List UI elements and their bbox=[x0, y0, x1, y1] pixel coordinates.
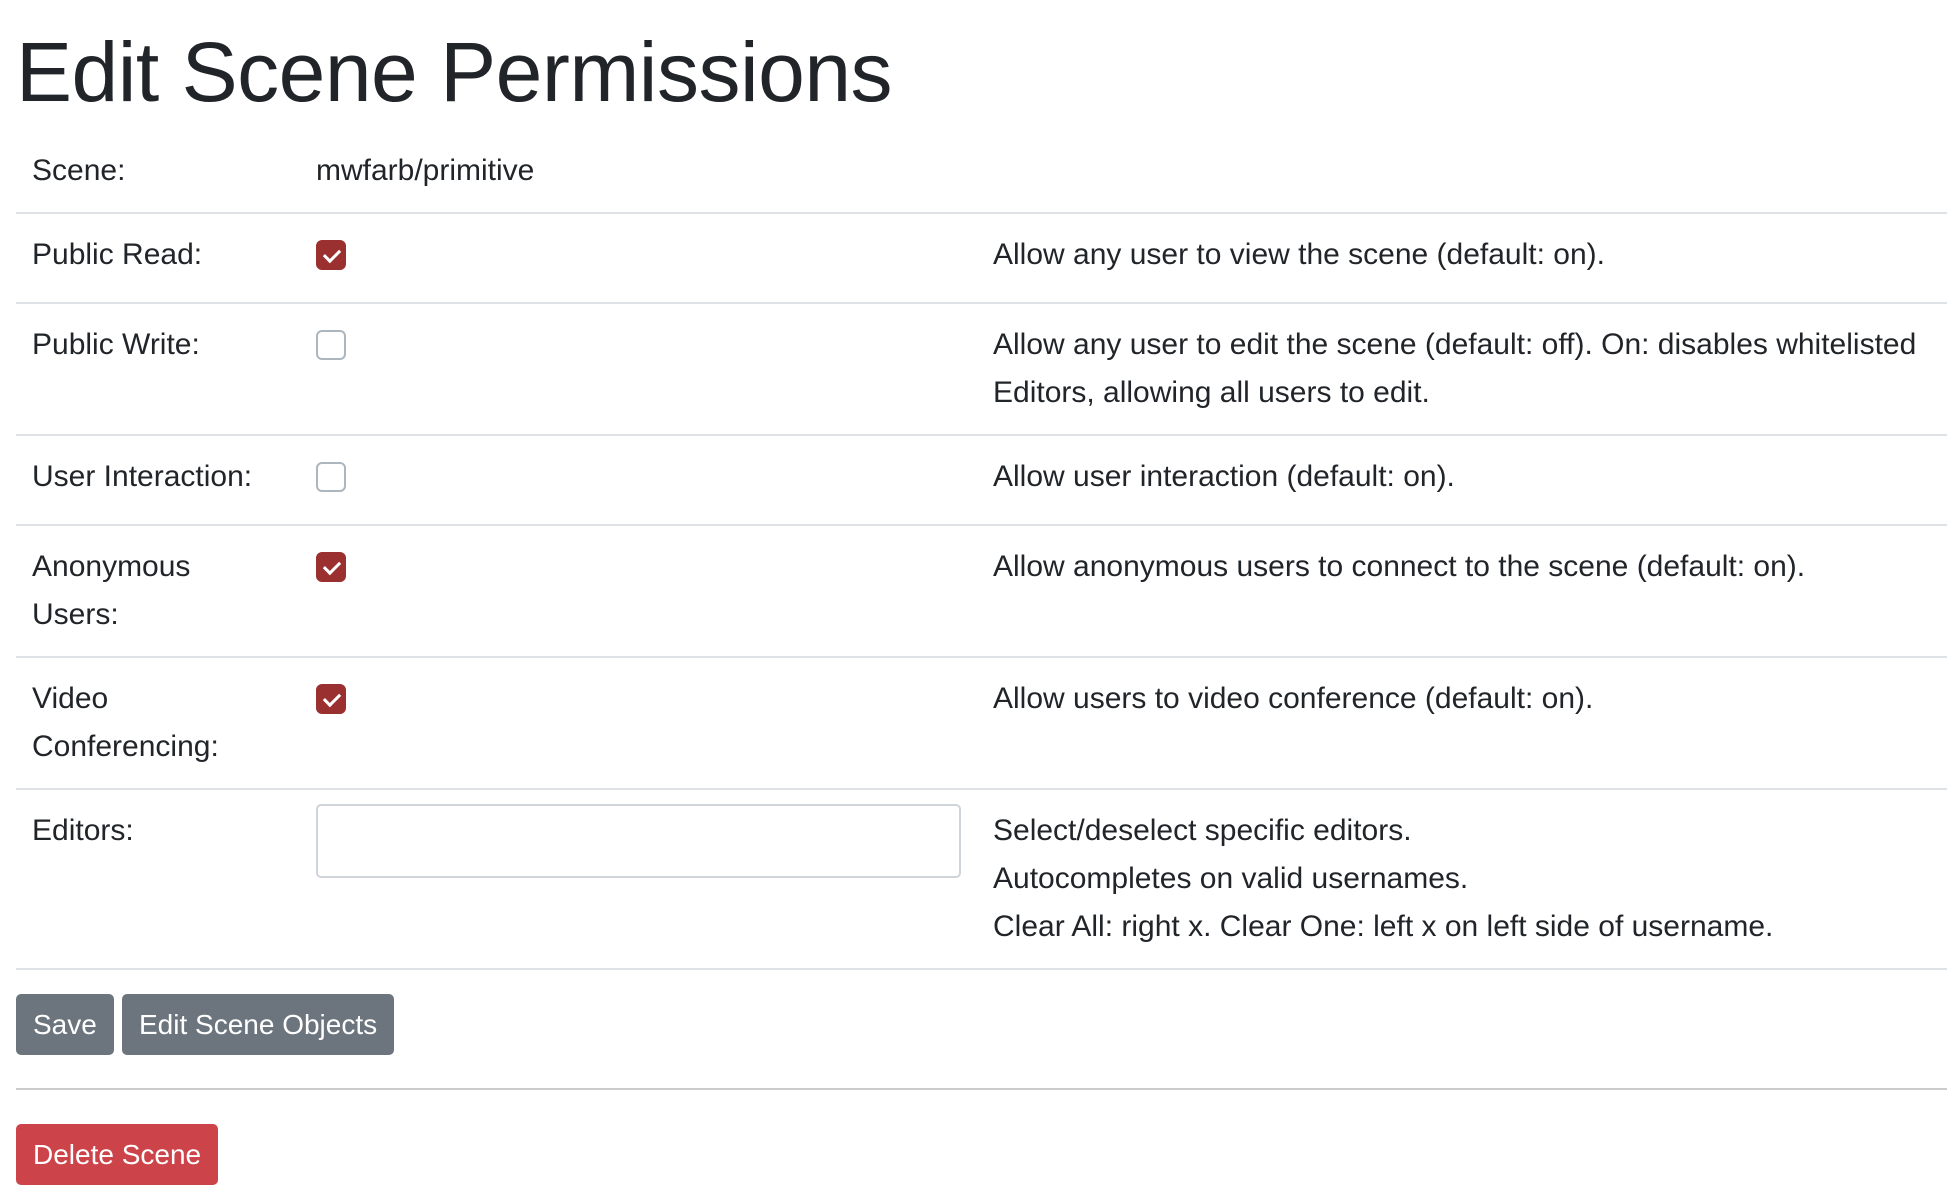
edit-scene-objects-button[interactable]: Edit Scene Objects bbox=[122, 994, 395, 1055]
user-interaction-description: Allow user interaction (default: on). bbox=[977, 434, 1947, 525]
table-row: Editors: Select/deselect specific editor… bbox=[16, 788, 1947, 970]
video-conferencing-description: Allow users to video conference (default… bbox=[977, 656, 1947, 789]
public-read-description: Allow any user to view the scene (defaul… bbox=[977, 212, 1947, 303]
scene-label: Scene: bbox=[32, 154, 126, 187]
public-write-label: Public Write: bbox=[16, 302, 300, 435]
divider bbox=[16, 1088, 1947, 1090]
public-write-description: Allow any user to edit the scene (defaul… bbox=[977, 302, 1947, 435]
scene-name: mwfarb/primitive bbox=[316, 154, 535, 187]
user-interaction-label: User Interaction: bbox=[16, 434, 300, 525]
editors-description-line: Clear All: right x. Clear One: left x on… bbox=[993, 910, 1774, 943]
editors-input[interactable] bbox=[316, 804, 961, 878]
anonymous-users-label: Anonymous Users: bbox=[16, 524, 300, 657]
user-interaction-checkbox[interactable] bbox=[316, 462, 346, 492]
editors-description-line: Autocompletes on valid usernames. bbox=[993, 862, 1469, 895]
delete-scene-button[interactable]: Delete Scene bbox=[16, 1124, 219, 1185]
anonymous-users-checkbox[interactable] bbox=[316, 552, 346, 582]
public-write-checkbox[interactable] bbox=[316, 330, 346, 360]
save-button[interactable]: Save bbox=[16, 994, 114, 1055]
table-row: Public Read: Allow any user to view the … bbox=[16, 212, 1947, 303]
editors-description-line: Select/deselect specific editors. bbox=[993, 814, 1412, 847]
table-row: Scene: mwfarb/primitive bbox=[16, 130, 1947, 213]
table-row: Video Conferencing: Allow users to video… bbox=[16, 656, 1947, 789]
page-title: Edit Scene Permissions bbox=[16, 25, 893, 119]
permissions-table: Scene: mwfarb/primitive Public Read: All… bbox=[16, 130, 1947, 970]
anonymous-users-description: Allow anonymous users to connect to the … bbox=[977, 524, 1947, 657]
editors-description: Select/deselect specific editors. Autoco… bbox=[977, 788, 1947, 970]
editors-label: Editors: bbox=[16, 788, 300, 970]
public-read-label: Public Read: bbox=[16, 212, 300, 303]
public-read-checkbox[interactable] bbox=[316, 240, 346, 270]
video-conferencing-label: Video Conferencing: bbox=[16, 656, 300, 789]
table-row: Anonymous Users: Allow anonymous users t… bbox=[16, 524, 1947, 657]
table-row: User Interaction: Allow user interaction… bbox=[16, 434, 1947, 525]
table-row: Public Write: Allow any user to edit the… bbox=[16, 302, 1947, 435]
video-conferencing-checkbox[interactable] bbox=[316, 684, 346, 714]
